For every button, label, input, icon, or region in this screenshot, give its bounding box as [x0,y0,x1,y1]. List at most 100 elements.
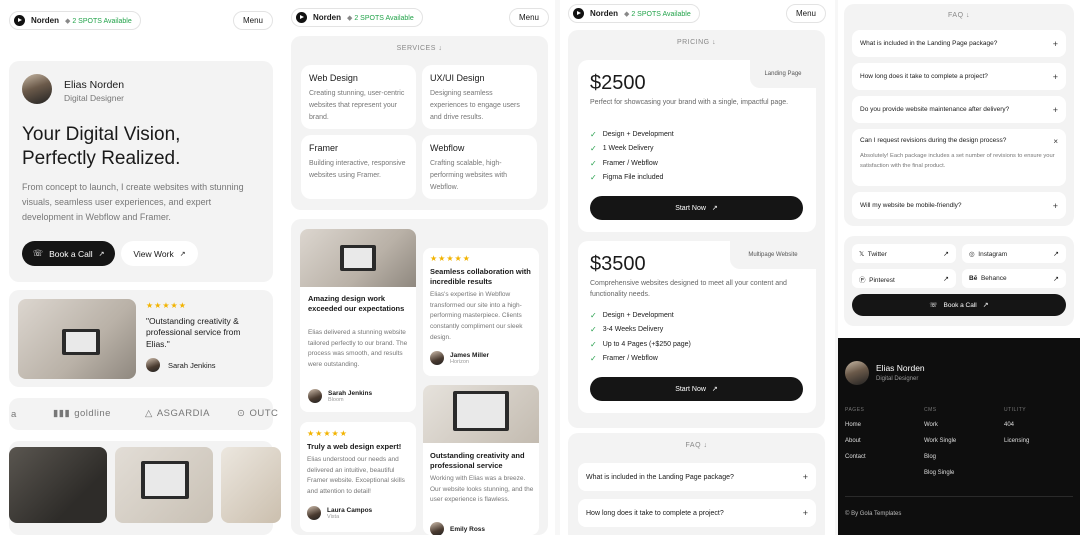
book-call-button[interactable]: ☏ Book a Call ↗ [22,241,115,266]
social-pinterest[interactable]: Ⓟ Pinterest ↗ [852,269,956,288]
plan-feature: ✓ Design + Development [590,129,674,139]
testimonials-section: Amazing design work exceeded our expecta… [291,219,548,535]
logo-strip: a ▮▮▮ goldline △ ASGARDIA ⊙ OUTC [9,398,278,430]
social-behance[interactable]: Bē Behance ↗ [962,269,1066,288]
plus-icon: + [1052,71,1058,82]
faq-answer: Absolutely! Each package includes a set … [860,153,1055,169]
plan-tag: Landing Page [750,60,816,88]
footer-link-work[interactable]: Work [924,422,938,428]
service-card-webflow[interactable]: Webflow Crafting scalable, high-performi… [422,135,537,199]
pricing-section: PRICING ↓ Landing Page $2500 Perfect for… [568,30,825,428]
footer-name: Elias Norden [876,363,925,373]
footer-link-work-single[interactable]: Work Single [924,438,956,444]
footer-link-home[interactable]: Home [845,422,861,428]
faq-question: What is included in the Landing Page pac… [860,40,998,47]
menu-button[interactable]: Menu [785,4,826,23]
pricing-column: Norden ◆ 2 SPOTS Available Menu PRICING … [560,0,835,535]
author-avatar [307,506,321,520]
testimonial-card: Outstanding creativity and professional … [423,385,539,535]
laptop-image [62,329,100,355]
circle-icon: ⊙ [237,408,246,419]
author-name: Laura Campos [327,506,373,514]
service-card-uxui[interactable]: UX/UI Design Designing seamless experien… [422,65,537,129]
view-work-button[interactable]: View Work ↗ [121,241,198,266]
social-instagram[interactable]: ◎ Instagram ↗ [962,244,1066,263]
service-card-web-design[interactable]: Web Design Creating stunning, user-centr… [301,65,416,129]
faq-label: FAQ ↓ [948,12,970,19]
author-name: Sarah Jenkins [328,389,373,397]
services-column: Norden ◆ 2 SPOTS Available Menu SERVICES… [283,0,555,535]
service-card-framer[interactable]: Framer Building interactive, responsive … [301,135,416,199]
arrow-up-right-icon: ↗ [982,302,989,309]
faq-item[interactable]: What is included in the Landing Page pac… [852,30,1066,57]
check-icon: ✓ [590,339,597,349]
faq-item[interactable]: How long does it take to complete a proj… [578,499,816,527]
testimonial-photo [300,229,416,287]
service-title: UX/UI Design [430,73,485,83]
brand-pill[interactable]: Norden ◆ 2 SPOTS Available [9,11,141,30]
menu-button[interactable]: Menu [508,8,549,27]
work-thumb-1[interactable] [9,447,107,523]
plus-icon: + [1052,104,1058,115]
footer-link-blog-single[interactable]: Blog Single [924,470,954,476]
headline-line-2: Perfectly Realized. [22,147,181,169]
available-label: Available [385,14,414,22]
service-title: Webflow [430,143,465,153]
testimonial-title: Outstanding creativity and professional … [430,451,525,471]
services-label: SERVICES ↓ [396,45,443,52]
top-nav-2: Norden ◆ 2 SPOTS Available Menu [291,8,549,27]
plan-feature: ✓ 3-4 Weeks Delivery [590,325,664,335]
work-thumb-3[interactable] [221,447,281,523]
arrow-up-right-icon: ↗ [1053,250,1059,258]
faq-item-open[interactable]: Can I request revisions during the desig… [852,129,1066,186]
footer-link-contact[interactable]: Contact [845,454,866,460]
plan-feature: ✓ 1 Week Delivery [590,144,654,154]
check-icon: ✓ [590,158,597,168]
headline-line-1: Your Digital Vision, [22,124,181,145]
testimonial-title: Amazing design work exceeded our expecta… [308,294,405,314]
brand-pill[interactable]: Norden ◆ 2 SPOTS Available [291,8,423,27]
asgardia-logo: △ ASGARDIA [145,408,210,419]
faq-item[interactable]: What is included in the Landing Page pac… [578,463,816,491]
footer-link-about[interactable]: About [845,438,861,444]
monitor-image [453,391,509,431]
brand-pill[interactable]: Norden ◆ 2 SPOTS Available [568,4,700,23]
menu-button[interactable]: Menu [232,11,273,30]
social-twitter[interactable]: 𝕏 Twitter ↗ [852,244,956,263]
top-nav-3: Norden ◆ 2 SPOTS Available Menu [568,4,826,23]
behance-icon: Bē [969,275,978,282]
footer-link-404[interactable]: 404 [1004,422,1014,428]
service-title: Framer [309,143,338,153]
hero-description: From concept to launch, I create website… [22,182,244,222]
testimonial-card: Amazing design work exceeded our expecta… [300,229,416,412]
plus-icon: + [802,508,808,518]
book-call-label: Book a Call [49,248,93,259]
start-now-button[interactable]: Start Now ↗ [590,196,803,220]
hero-card: Elias Norden Digital Designer Your Digit… [9,61,273,282]
testimonial-photo [423,385,539,443]
faq-question: What is included in the Landing Page pac… [586,473,734,481]
faq-question: Can I request revisions during the desig… [860,137,1007,144]
author-avatar [308,389,322,403]
service-title: Web Design [309,73,358,83]
faq-item[interactable]: Will my website be mobile-friendly? + [852,192,1066,219]
faq-item[interactable]: How long does it take to complete a proj… [852,63,1066,90]
faq-item[interactable]: Do you provide website maintenance after… [852,96,1066,123]
book-call-label: Book a Call [943,301,977,309]
arrow-up-right-icon: ↗ [711,205,718,212]
testimonial-title: Seamless collaboration with incredible r… [430,267,531,287]
arrow-up-right-icon: ↗ [98,250,105,258]
plan-price: $2500 [590,72,646,94]
close-icon[interactable]: × [1053,137,1058,146]
avatar [22,74,52,104]
start-now-button[interactable]: Start Now ↗ [590,377,803,401]
check-icon: ✓ [590,310,597,320]
arrow-down-icon: ↓ [438,45,443,52]
testimonial-body: Working with Elias was a breeze. Our web… [430,475,534,504]
faq-question: How long does it take to complete a proj… [860,73,988,80]
book-call-button[interactable]: ☏ Book a Call ↗ [852,294,1066,316]
pricing-card-landing: Landing Page $2500 Perfect for showcasin… [578,60,816,232]
footer-link-licensing[interactable]: Licensing [1004,438,1029,444]
footer-link-blog[interactable]: Blog [924,454,936,460]
work-thumb-2[interactable] [115,447,213,523]
